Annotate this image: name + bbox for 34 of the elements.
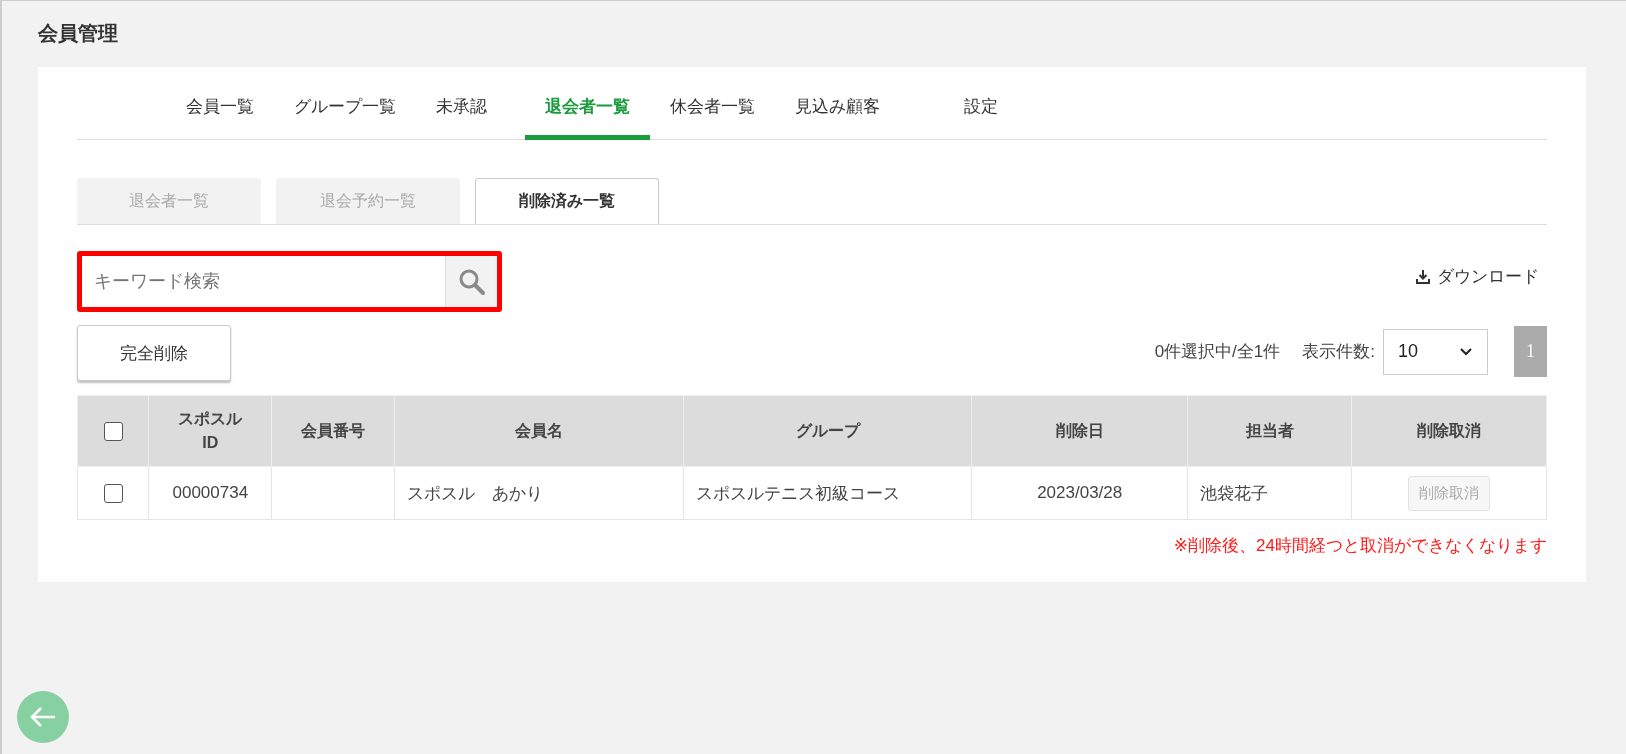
column-header: 会員名 <box>394 395 684 467</box>
per-page-label: 表示件数: <box>1302 341 1375 363</box>
nav-tab[interactable]: 休会者一覧 <box>650 77 775 140</box>
column-header: スポスル ID <box>148 395 272 467</box>
column-header: 削除日 <box>972 395 1188 467</box>
download-icon <box>1415 268 1431 285</box>
per-page-select[interactable]: 10 <box>1383 328 1488 375</box>
table-cell: スポスル あかり <box>394 466 684 520</box>
selection-count: 0件選択中/全1件 <box>1154 341 1281 363</box>
row-checkbox[interactable] <box>103 484 123 503</box>
chevron-icon <box>1459 346 1473 357</box>
sub-tab[interactable]: 削除済み一覧 <box>475 178 659 224</box>
table-cell: 00000734 <box>148 466 272 520</box>
column-header: 削除取消 <box>1351 395 1547 467</box>
table-cell: 2023/03/28 <box>972 466 1188 520</box>
table-cell: スポスルテニス初級コース <box>683 466 972 520</box>
nav-tab[interactable]: 退会者一覧 <box>525 77 650 140</box>
notice-text: ※削除後、24時間経つと取消ができなくなります <box>1172 535 1547 557</box>
arrow-left-icon <box>29 706 57 728</box>
nav-tab[interactable]: 未承認 <box>416 77 525 140</box>
search-button[interactable] <box>445 256 497 307</box>
column-header: 担当者 <box>1187 395 1352 467</box>
nav-tab[interactable]: 見込み顧客 <box>775 77 900 140</box>
select-all-checkbox[interactable] <box>103 422 123 442</box>
nav-tab[interactable]: グループ一覧 <box>274 77 416 140</box>
search-field[interactable]: キーワード検索 <box>77 251 502 312</box>
nav-tab[interactable]: 設定 <box>900 77 1018 140</box>
column-header: 会員番号 <box>271 395 395 467</box>
download-link[interactable]: ダウンロード <box>1415 265 1547 298</box>
delete-button[interactable]: 完全削除 <box>77 325 231 381</box>
page-title: 会員管理 <box>38 21 119 46</box>
table-cell: 池袋花子 <box>1187 466 1352 520</box>
nav-tab[interactable]: 会員一覧 <box>166 77 274 140</box>
column-header: グループ <box>683 395 972 467</box>
